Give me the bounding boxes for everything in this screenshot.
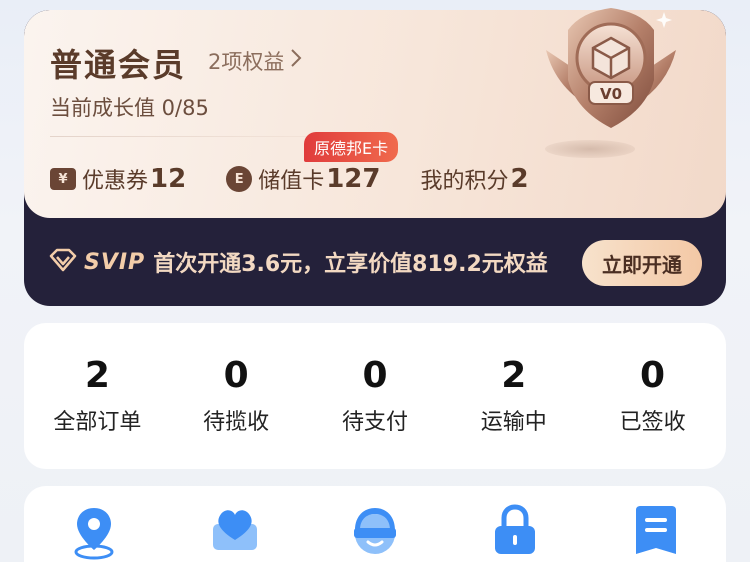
order-label: 已签收 xyxy=(619,409,686,435)
benefits-link[interactable]: 2项权益 xyxy=(208,46,302,76)
order-pending-pickup[interactable]: 0 待揽收 xyxy=(171,356,301,436)
order-label: 待支付 xyxy=(341,409,408,435)
order-pending-payment[interactable]: 0 待支付 xyxy=(310,356,440,436)
receipt-icon xyxy=(635,506,676,554)
chevron-right-icon xyxy=(290,48,302,74)
location-pin-icon xyxy=(74,508,114,560)
order-status-panel: 2 全部订单 0 待揽收 0 待支付 2 运输中 0 已签收 xyxy=(24,323,726,469)
badge-level-text: V0 xyxy=(600,85,622,103)
points-count: 2 xyxy=(510,164,529,194)
stored-card-count: 127 xyxy=(326,164,381,194)
order-count: 0 xyxy=(223,355,249,397)
tool-address[interactable] xyxy=(29,504,159,562)
stored-card-label: 储值卡 xyxy=(258,169,325,194)
tool-security[interactable] xyxy=(450,504,580,562)
order-count: 2 xyxy=(84,355,110,397)
member-stats: ¥ 优惠券 12 E 储值卡 127 我的积分 2 xyxy=(50,162,569,196)
coupon-stat[interactable]: ¥ 优惠券 12 xyxy=(50,163,186,195)
svip-banner[interactable]: SVIP 首次开通3.6元，立享价值819.2元权益 立即开通 xyxy=(24,218,726,306)
order-count: 0 xyxy=(362,355,388,397)
points-label: 我的积分 xyxy=(420,169,509,194)
coupon-label: 优惠券 xyxy=(82,169,149,194)
tool-favorites[interactable] xyxy=(170,504,300,562)
member-level-title: 普通会员 xyxy=(50,46,187,84)
lock-icon xyxy=(495,504,536,554)
tools-panel xyxy=(24,486,726,562)
svip-offer-text: 首次开通3.6元，立享价值819.2元权益 xyxy=(153,252,548,277)
order-label: 待揽收 xyxy=(203,409,270,435)
benefits-label: 2项权益 xyxy=(208,50,285,74)
tool-service[interactable] xyxy=(310,504,440,562)
heart-mail-icon xyxy=(212,510,257,550)
promo-tag: 原德邦E卡 xyxy=(304,132,399,162)
points-stat[interactable]: 我的积分 2 xyxy=(421,163,529,195)
order-in-transit[interactable]: 2 运输中 xyxy=(449,356,579,436)
growth-value: 当前成长值 0/85 xyxy=(50,96,209,120)
order-label: 运输中 xyxy=(480,409,547,435)
order-count: 2 xyxy=(501,355,527,397)
stored-card-stat[interactable]: E 储值卡 127 xyxy=(226,163,381,195)
level-badge: V0 xyxy=(536,0,686,150)
coupon-icon: ¥ xyxy=(50,168,76,190)
svip-logo: SVIP xyxy=(84,249,146,275)
tool-invoice[interactable] xyxy=(591,504,721,562)
stored-value-card-icon: E xyxy=(226,166,253,192)
customer-service-icon xyxy=(353,508,396,554)
coupon-count: 12 xyxy=(150,164,187,194)
order-all[interactable]: 2 全部订单 xyxy=(32,356,162,436)
level-badge-icon: V0 xyxy=(546,8,676,128)
order-signed[interactable]: 0 已签收 xyxy=(588,356,718,436)
open-svip-button[interactable]: 立即开通 xyxy=(582,240,702,286)
order-label: 全部订单 xyxy=(53,409,142,435)
order-count: 0 xyxy=(640,355,666,397)
diamond-icon xyxy=(48,248,78,276)
